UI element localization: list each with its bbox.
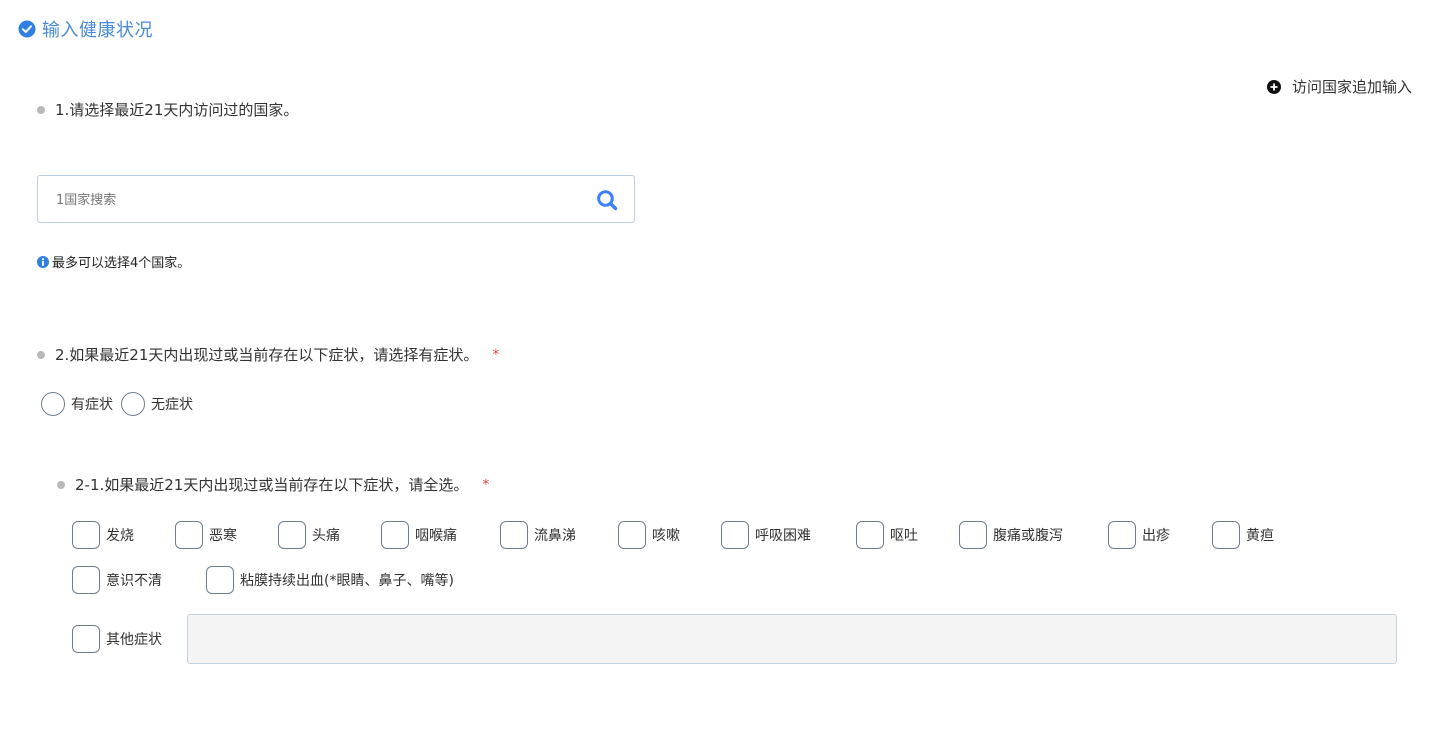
- bullet-icon: [37, 105, 45, 114]
- symptom-checkbox-vomiting[interactable]: 呕吐: [856, 521, 918, 549]
- checkbox[interactable]: [72, 521, 100, 549]
- radio-label: 无症状: [151, 397, 193, 413]
- symptom-checkbox-cough[interactable]: 咳嗽: [618, 521, 680, 549]
- country-limit-hint: 最多可以选择4个国家。: [37, 252, 190, 271]
- check-circle-icon: [18, 20, 36, 38]
- question-1-text: 1.请选择最近21天内访问过的国家。: [55, 101, 299, 119]
- section-header: 输入健康状况: [18, 16, 153, 42]
- checkbox-label: 黄疸: [1246, 528, 1274, 544]
- info-icon: [37, 255, 49, 268]
- country-search-box: [37, 175, 635, 223]
- required-mark: *: [482, 476, 490, 493]
- checkbox-label: 咽喉痛: [415, 528, 457, 544]
- question-2-1: 2-1.如果最近21天内出现过或当前存在以下症状，请全选。 *: [57, 474, 489, 495]
- checkbox-label: 呼吸困难: [755, 528, 811, 544]
- other-symptoms-input[interactable]: [187, 614, 1397, 664]
- country-search-input[interactable]: [54, 188, 578, 212]
- checkbox[interactable]: [72, 625, 100, 653]
- bullet-icon: [37, 350, 45, 359]
- bullet-icon: [57, 480, 65, 489]
- checkbox[interactable]: [856, 521, 884, 549]
- section-title: 输入健康状况: [42, 20, 153, 41]
- question-2-1-text: 2-1.如果最近21天内出现过或当前存在以下症状，请全选。: [75, 476, 469, 494]
- symptom-checkbox-abdominal-pain[interactable]: 腹痛或腹泻: [959, 521, 1063, 549]
- symptom-checkbox-other[interactable]: 其他症状: [72, 625, 162, 653]
- plus-circle-icon: [1267, 79, 1281, 94]
- checkbox[interactable]: [500, 521, 528, 549]
- checkbox-label: 咳嗽: [652, 528, 680, 544]
- radio-has-symptoms[interactable]: 有症状: [41, 392, 113, 416]
- checkbox[interactable]: [1212, 521, 1240, 549]
- symptom-checkbox-sore-throat[interactable]: 咽喉痛: [381, 521, 457, 549]
- checkbox-label: 恶寒: [209, 528, 237, 544]
- symptom-checkbox-jaundice[interactable]: 黄疸: [1212, 521, 1274, 549]
- question-2: 2.如果最近21天内出现过或当前存在以下症状，请选择有症状。 *: [37, 344, 499, 365]
- checkbox[interactable]: [381, 521, 409, 549]
- add-country-label: 访问国家追加输入: [1292, 78, 1413, 96]
- radio-label: 有症状: [71, 397, 113, 413]
- checkbox[interactable]: [206, 566, 234, 594]
- symptom-checkbox-fever[interactable]: 发烧: [72, 521, 134, 549]
- checkbox[interactable]: [278, 521, 306, 549]
- symptom-checkbox-confusion[interactable]: 意识不清: [72, 566, 162, 594]
- checkbox-label: 出疹: [1142, 528, 1170, 544]
- add-country-button[interactable]: 访问国家追加输入: [1266, 76, 1412, 97]
- question-1: 1.请选择最近21天内访问过的国家。: [37, 99, 298, 120]
- hint-text: 最多可以选择4个国家。: [52, 256, 191, 271]
- checkbox-label: 呕吐: [890, 528, 918, 544]
- question-2-text: 2.如果最近21天内出现过或当前存在以下症状，请选择有症状。: [55, 346, 479, 364]
- checkbox[interactable]: [959, 521, 987, 549]
- checkbox-label: 流鼻涕: [534, 528, 576, 544]
- checkbox-label: 意识不清: [106, 573, 162, 589]
- symptom-checkbox-runny-nose[interactable]: 流鼻涕: [500, 521, 576, 549]
- checkbox-label: 腹痛或腹泻: [993, 528, 1063, 544]
- checkbox[interactable]: [721, 521, 749, 549]
- checkbox[interactable]: [1108, 521, 1136, 549]
- checkbox-label: 头痛: [312, 528, 340, 544]
- radio-button[interactable]: [41, 392, 65, 416]
- symptom-checkbox-chills[interactable]: 恶寒: [175, 521, 237, 549]
- search-icon[interactable]: [596, 189, 618, 211]
- required-mark: *: [492, 346, 500, 363]
- radio-no-symptoms[interactable]: 无症状: [121, 392, 193, 416]
- checkbox-label: 粘膜持续出血(*眼睛、鼻子、嘴等): [240, 573, 454, 589]
- radio-button[interactable]: [121, 392, 145, 416]
- checkbox-label: 其他症状: [106, 632, 162, 648]
- checkbox[interactable]: [175, 521, 203, 549]
- checkbox[interactable]: [618, 521, 646, 549]
- checkbox-label: 发烧: [106, 528, 134, 544]
- symptom-checkbox-rash[interactable]: 出疹: [1108, 521, 1170, 549]
- symptom-radio-group: 有症状 无症状: [41, 392, 201, 416]
- symptom-checkbox-mucosal-bleeding[interactable]: 粘膜持续出血(*眼睛、鼻子、嘴等): [206, 566, 454, 594]
- symptom-checkbox-breathing-difficulty[interactable]: 呼吸困难: [721, 521, 811, 549]
- checkbox[interactable]: [72, 566, 100, 594]
- symptom-checkbox-headache[interactable]: 头痛: [278, 521, 340, 549]
